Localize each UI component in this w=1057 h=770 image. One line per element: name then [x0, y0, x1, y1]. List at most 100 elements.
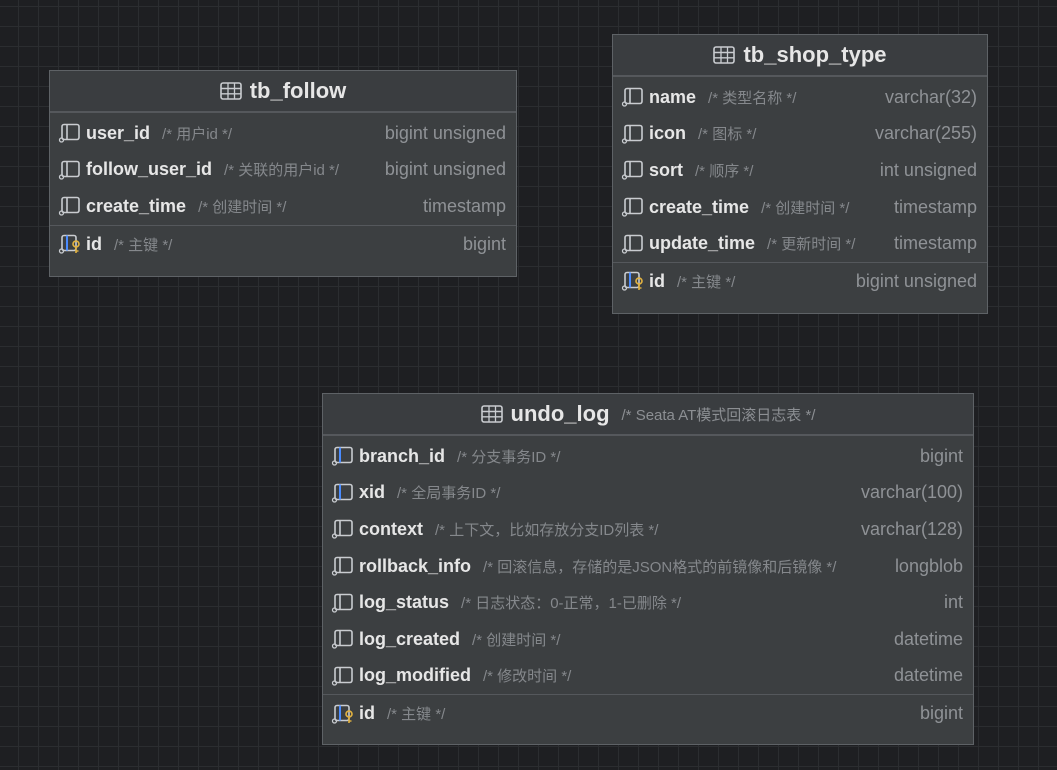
column-name: id	[649, 270, 665, 291]
column-row-user-id[interactable]: user_id /* 用户id */ bigint unsigned	[50, 115, 516, 152]
column-name: name	[649, 86, 697, 107]
column-type: int	[943, 592, 963, 613]
column-icon	[331, 666, 355, 686]
column-row-log-created[interactable]: log_created /* 创建时间 */ datetime	[323, 621, 973, 658]
column-comment: /* 分支事务ID */	[457, 448, 561, 466]
column-type: bigint	[462, 233, 506, 254]
column-row-log-status[interactable]: log_status /* 日志状态：0-正常，1-已删除 */ int	[323, 584, 973, 621]
column-name: icon	[649, 123, 687, 144]
column-type: varchar(32)	[884, 86, 977, 107]
column-row-sort[interactable]: sort /* 顺序 */ int unsigned	[613, 152, 987, 189]
column-type: timestamp	[422, 195, 506, 216]
column-comment: /* 日志状态：0-正常，1-已删除 */	[461, 595, 682, 613]
column-name: sort	[649, 159, 684, 180]
table-tb-shop-type[interactable]: tb_shop_type name /* 类型名称 */ varchar(32)…	[612, 34, 988, 314]
column-name: rollback_info	[359, 555, 472, 576]
column-comment: /* 修改时间 */	[483, 668, 572, 686]
column-row-xid[interactable]: xid /* 全局事务ID */ varchar(100)	[323, 475, 973, 512]
column-name: log_modified	[359, 665, 471, 686]
column-row-log-modified[interactable]: log_modified /* 修改时间 */ datetime	[323, 658, 973, 695]
column-comment: /* 创建时间 */	[472, 631, 561, 649]
column-row-name[interactable]: name /* 类型名称 */ varchar(32)	[613, 79, 987, 116]
column-type: bigint	[919, 703, 963, 724]
column-row-context[interactable]: context /* 上下文，比如存放分支ID列表 */ varchar(128…	[323, 511, 973, 548]
column-icon	[331, 629, 355, 649]
column-type: int unsigned	[879, 159, 977, 180]
column-icon	[621, 234, 645, 254]
table-name: tb_shop_type	[743, 42, 887, 67]
column-name: id	[359, 703, 375, 724]
column-comment: /* 主键 */	[387, 706, 446, 724]
column-name: log_status	[359, 592, 450, 613]
column-type: bigint unsigned	[855, 270, 977, 291]
column-icon	[621, 124, 645, 144]
column-icon	[58, 123, 82, 143]
column-comment: /* 关联的用户id */	[224, 162, 340, 180]
column-icon	[58, 196, 82, 216]
column-name: user_id	[86, 122, 151, 143]
column-name: xid	[359, 482, 386, 503]
table-icon	[220, 82, 242, 100]
column-comment: /* 用户id */	[162, 125, 233, 143]
column-row-create-time[interactable]: create_time /* 创建时间 */ timestamp	[50, 188, 516, 225]
column-row-follow-user-id[interactable]: follow_user_id /* 关联的用户id */ bigint unsi…	[50, 152, 516, 189]
column-icon	[621, 197, 645, 217]
column-name: id	[86, 233, 102, 254]
column-icon	[331, 519, 355, 539]
column-comment: /* 更新时间 */	[767, 236, 856, 254]
column-name: context	[359, 518, 424, 539]
table-header[interactable]: undo_log /* Seata AT模式回滚日志表 */	[323, 394, 973, 436]
column-type: datetime	[893, 628, 963, 649]
table-header[interactable]: tb_follow	[50, 71, 516, 113]
column-icon	[621, 87, 645, 107]
table-name: undo_log	[510, 401, 610, 426]
column-comment: /* 全局事务ID */	[397, 485, 501, 503]
column-type: timestamp	[893, 196, 977, 217]
table-icon	[481, 405, 503, 423]
column-name: create_time	[86, 195, 187, 216]
table-tb-follow[interactable]: tb_follow user_id /* 用户id */ bigint unsi…	[49, 70, 517, 277]
column-icon	[331, 593, 355, 613]
column-type: timestamp	[893, 233, 977, 254]
column-type: longblob	[894, 555, 963, 576]
table-icon	[713, 46, 735, 64]
column-name: branch_id	[359, 445, 446, 466]
column-comment: /* 类型名称 */	[708, 89, 797, 107]
column-icon	[58, 160, 82, 180]
primary-key-icon	[331, 704, 355, 724]
column-row-create-time[interactable]: create_time /* 创建时间 */ timestamp	[613, 189, 987, 226]
column-type: bigint unsigned	[384, 159, 506, 180]
column-comment: /* 主键 */	[677, 273, 736, 291]
column-row-id[interactable]: id /* 主键 */ bigint	[50, 224, 516, 263]
table-undo-log[interactable]: undo_log /* Seata AT模式回滚日志表 */ branch_id…	[322, 393, 974, 745]
column-name: follow_user_id	[86, 159, 213, 180]
column-comment: /* 上下文，比如存放分支ID列表 */	[435, 521, 659, 539]
column-row-id[interactable]: id /* 主键 */ bigint	[323, 694, 973, 732]
column-row-icon[interactable]: icon /* 图标 */ varchar(255)	[613, 116, 987, 153]
column-row-rollback-info[interactable]: rollback_info /* 回滚信息，存储的是JSON格式的前镜像和后镜像…	[323, 548, 973, 585]
column-type: bigint	[919, 445, 963, 466]
column-type: bigint unsigned	[384, 122, 506, 143]
column-comment: /* 顺序 */	[695, 162, 754, 180]
table-comment: /* Seata AT模式回滚日志表 */	[621, 406, 816, 424]
column-comment: /* 回滚信息，存储的是JSON格式的前镜像和后镜像 */	[483, 558, 837, 576]
column-row-branch-id[interactable]: branch_id /* 分支事务ID */ bigint	[323, 438, 973, 475]
table-header[interactable]: tb_shop_type	[613, 35, 987, 77]
column-row-update-time[interactable]: update_time /* 更新时间 */ timestamp	[613, 225, 987, 262]
column-comment: /* 图标 */	[698, 126, 757, 144]
column-comment: /* 主键 */	[114, 236, 173, 254]
indexed-column-icon	[331, 446, 355, 466]
column-name: create_time	[649, 196, 750, 217]
column-comment: /* 创建时间 */	[761, 199, 850, 217]
indexed-column-icon	[331, 483, 355, 503]
column-type: varchar(128)	[860, 518, 963, 539]
column-type: varchar(100)	[860, 482, 963, 503]
column-name: log_created	[359, 628, 461, 649]
primary-key-icon	[621, 271, 645, 291]
column-icon	[621, 160, 645, 180]
column-name: update_time	[649, 233, 756, 254]
table-name: tb_follow	[249, 78, 347, 103]
column-type: varchar(255)	[874, 123, 977, 144]
primary-key-icon	[58, 234, 82, 254]
column-row-id[interactable]: id /* 主键 */ bigint unsigned	[613, 261, 987, 300]
